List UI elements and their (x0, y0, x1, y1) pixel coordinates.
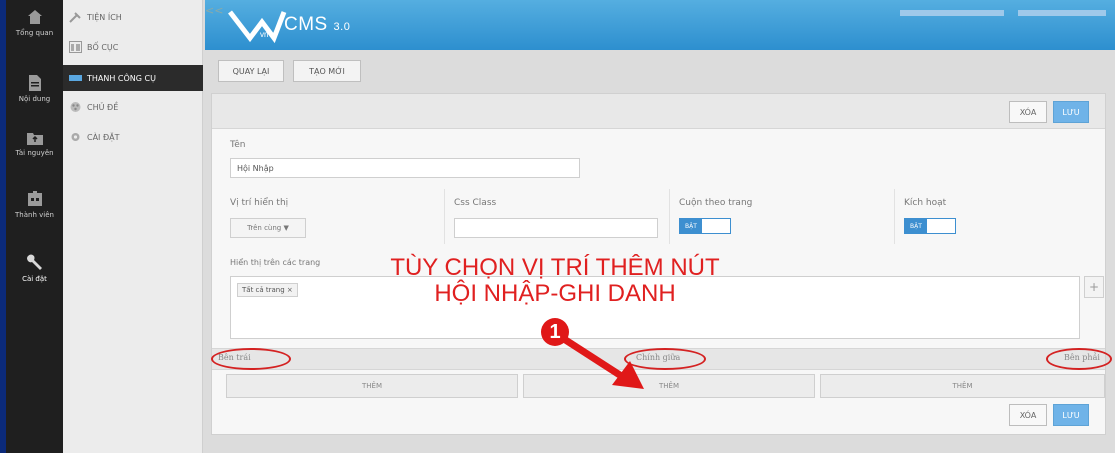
logo-title: CMS 3.0 (284, 14, 350, 36)
menu-item-label: CÀI ĐẶT (87, 132, 120, 142)
menu-item-theme[interactable]: CHỦ ĐỀ (63, 94, 203, 120)
menu-item-label: CHỦ ĐỀ (87, 102, 119, 112)
logo-version: 3.0 (333, 21, 351, 33)
annotation-line-2: HỘI NHẬP-GHI DANH (434, 280, 676, 307)
add-right-button[interactable]: THÊM (820, 374, 1105, 398)
css-class-label: Css Class (454, 198, 497, 208)
highlight-left (211, 348, 291, 370)
logo-text: CMS (284, 14, 328, 35)
collapse-menu-button[interactable]: << (205, 4, 223, 17)
column-divider (444, 189, 445, 244)
create-new-button[interactable]: TẠO MỚI (293, 60, 361, 82)
menu-item-utilities[interactable]: TIỆN ÍCH (63, 4, 203, 30)
position-select[interactable]: Trên cùng ▼ (230, 218, 306, 238)
toolbar-icon (69, 75, 82, 81)
rail-item-settings[interactable]: Cài đặt (6, 252, 63, 283)
red-arrow-icon (562, 336, 644, 389)
scroll-label: Cuộn theo trang (679, 198, 753, 208)
header-link[interactable] (1018, 10, 1106, 16)
menu-item-label: TIỆN ÍCH (87, 12, 122, 22)
annotation-line-1: TÙY CHỌN VỊ TRÍ THÊM NÚT (390, 254, 720, 281)
save-button-bottom[interactable]: LƯU (1053, 404, 1089, 426)
delete-button-bottom[interactable]: XÓA (1009, 404, 1047, 426)
menu-item-layout[interactable]: BỐ CỤC (63, 34, 203, 60)
wrench-icon (26, 254, 42, 270)
logo-subtext: vnvn (260, 30, 277, 39)
folder-icon (26, 133, 43, 145)
active-label: Kích hoạt (904, 198, 947, 208)
rail-label: Thành viên (15, 211, 54, 219)
theme-icon (70, 102, 81, 112)
icon-rail: Tổng quan Nội dung Tài nguyên Thành viên… (0, 0, 63, 453)
tools-icon (69, 12, 81, 23)
layout-icon (69, 41, 82, 53)
column-divider (894, 189, 895, 244)
active-toggle[interactable]: BẬT (904, 218, 956, 234)
members-icon (27, 191, 42, 206)
name-field[interactable]: Hội Nhập (230, 158, 580, 178)
pages-label: Hiển thị trên các trang (230, 258, 321, 267)
sub-menu: TIỆN ÍCH BỐ CỤC THANH CÔNG CỤ CHỦ ĐỀ CÀI… (63, 0, 203, 453)
rail-item-overview[interactable]: Tổng quan (6, 8, 63, 37)
toggle-on-label: BẬT (905, 219, 927, 233)
menu-item-toolbar[interactable]: THANH CÔNG CỤ (63, 65, 203, 91)
page-tag[interactable]: Tất cả trang × (237, 283, 298, 297)
header-link[interactable] (900, 10, 1004, 16)
add-page-button[interactable]: + (1084, 276, 1104, 298)
scroll-toggle[interactable]: BẬT (679, 218, 731, 234)
menu-item-settings[interactable]: CÀI ĐẶT (63, 124, 203, 150)
delete-button[interactable]: XÓA (1009, 101, 1047, 123)
rail-item-resources[interactable]: Tài nguyên (6, 130, 63, 157)
rail-label: Nội dung (18, 95, 51, 103)
document-icon (28, 75, 41, 91)
app-root: Tổng quan Nội dung Tài nguyên Thành viên… (0, 0, 1115, 453)
settings-icon (71, 133, 80, 141)
rail-item-content[interactable]: Nội dung (6, 74, 63, 103)
column-divider (669, 189, 670, 244)
rail-item-members[interactable]: Thành viên (6, 190, 63, 219)
panel-action-bar (212, 94, 1105, 129)
css-class-field[interactable] (454, 218, 658, 238)
add-left-button[interactable]: THÊM (226, 374, 518, 398)
rail-label: Tổng quan (15, 29, 54, 37)
toggle-on-label: BẬT (680, 219, 702, 233)
menu-item-label: THANH CÔNG CỤ (87, 73, 156, 83)
position-label: Vị trí hiển thị (230, 198, 289, 208)
home-icon (27, 10, 42, 24)
rail-label: Cài đặt (22, 275, 47, 283)
menu-item-label: BỐ CỤC (87, 42, 119, 52)
back-button[interactable]: QUAY LẠI (218, 60, 284, 82)
save-button[interactable]: LƯU (1053, 101, 1089, 123)
highlight-right (1046, 348, 1112, 370)
name-label: Tên (230, 140, 246, 150)
rail-label: Tài nguyên (15, 149, 54, 157)
